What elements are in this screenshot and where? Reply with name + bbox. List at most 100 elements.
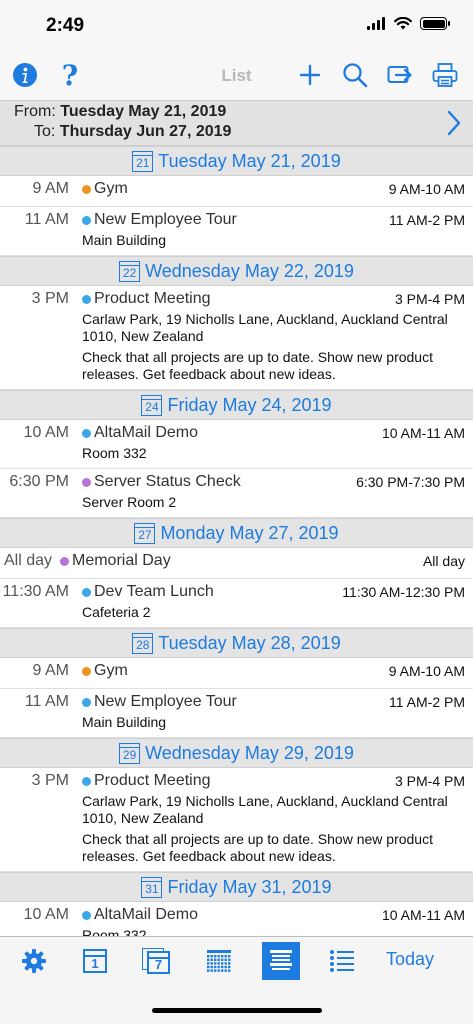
share-button[interactable] bbox=[383, 58, 417, 92]
calendar-color-dot-icon bbox=[82, 776, 91, 786]
event-time-range: 11:30 AM-12:30 PM bbox=[342, 584, 465, 600]
event-notes: Check that all projects are up to date. … bbox=[82, 349, 433, 382]
help-button[interactable]: ? bbox=[53, 58, 87, 92]
day-header[interactable]: 24 Friday May 24, 2019 bbox=[0, 390, 473, 420]
event-time-range: 10 AM-11 AM bbox=[381, 425, 465, 441]
wifi-icon bbox=[394, 17, 412, 30]
event-title: Dev Team Lunch bbox=[94, 583, 214, 600]
day-header[interactable]: 27 Monday May 27, 2019 bbox=[0, 518, 473, 548]
tab-list-view[interactable] bbox=[262, 942, 300, 980]
date-range-header[interactable]: From: Tuesday May 21, 2019 To: Thursday … bbox=[0, 100, 473, 146]
day-calendar-icon: 1 bbox=[83, 949, 107, 973]
event-title: AltaMail Demo bbox=[94, 906, 199, 923]
day-header[interactable]: 29 Wednesday May 29, 2019 bbox=[0, 738, 473, 768]
chevron-right-icon bbox=[447, 110, 461, 136]
day-header[interactable]: 21 Tuesday May 21, 2019 bbox=[0, 146, 473, 176]
event-location: Room 332 bbox=[82, 445, 147, 461]
event-title: Memorial Day bbox=[72, 552, 171, 569]
event-row[interactable]: 10 AM AltaMail Demo 10 AM-11 AM Room 332 bbox=[0, 420, 473, 469]
today-button[interactable]: Today bbox=[386, 949, 434, 970]
event-title: Product Meeting bbox=[94, 290, 211, 307]
calendar-color-dot-icon bbox=[82, 666, 91, 676]
event-start-time: 9 AM bbox=[32, 180, 69, 197]
week-calendar-icon: 7 bbox=[142, 948, 170, 974]
event-row[interactable]: 9 AM Gym 9 AM-10 AM bbox=[0, 658, 473, 689]
event-row[interactable]: 6:30 PM Server Status Check 6:30 PM-7:30 P… bbox=[0, 469, 473, 518]
event-list[interactable]: 21 Tuesday May 21, 2019 9 AM Gym 9 AM-10 AM 1… bbox=[0, 146, 473, 936]
tab-week-view[interactable]: 7 bbox=[137, 942, 175, 980]
search-button[interactable] bbox=[338, 58, 372, 92]
event-row[interactable]: 11:30 AM Dev Team Lunch 11:30 AM-12:30 PM C… bbox=[0, 579, 473, 628]
day-title: Friday May 31, 2019 bbox=[167, 876, 332, 897]
calendar-date-icon: 27 bbox=[134, 522, 156, 544]
event-row[interactable]: 9 AM Gym 9 AM-10 AM bbox=[0, 176, 473, 207]
event-row[interactable]: 11 AM New Employee Tour 11 AM-2 PM Main Bui… bbox=[0, 207, 473, 256]
calendar-color-dot-icon bbox=[82, 477, 91, 487]
status-bar: 2:49 bbox=[0, 0, 473, 52]
calendar-color-dot-icon bbox=[60, 556, 69, 566]
event-start-time: 6:30 PM bbox=[9, 473, 69, 490]
day-title: Friday May 24, 2019 bbox=[167, 394, 332, 415]
tab-settings[interactable] bbox=[15, 942, 53, 980]
print-button[interactable] bbox=[428, 58, 462, 92]
event-time-range: 6:30 PM-7:30 PM bbox=[356, 474, 465, 490]
event-row[interactable]: All day Memorial Day All day bbox=[0, 548, 473, 579]
add-event-button[interactable] bbox=[293, 58, 327, 92]
search-icon bbox=[343, 63, 368, 88]
info-button[interactable] bbox=[8, 58, 42, 92]
calendar-color-dot-icon bbox=[82, 587, 91, 597]
event-time-range: All day bbox=[422, 553, 465, 569]
range-from-label: From: bbox=[14, 103, 56, 120]
event-row[interactable]: 3 PM Product Meeting 3 PM-4 PM Carlaw Park,… bbox=[0, 286, 473, 390]
tab-day-view[interactable]: 1 bbox=[76, 942, 114, 980]
event-start-time: All day bbox=[4, 552, 53, 569]
calendar-date-icon: 21 bbox=[132, 150, 154, 172]
list-view-icon bbox=[270, 950, 292, 970]
event-title: AltaMail Demo bbox=[94, 424, 199, 441]
event-row[interactable]: 11 AM New Employee Tour 11 AM-2 PM Main Bui… bbox=[0, 689, 473, 738]
event-time-range: 10 AM-11 AM bbox=[381, 907, 465, 923]
home-indicator bbox=[152, 1008, 322, 1013]
day-header[interactable]: 31 Friday May 31, 2019 bbox=[0, 872, 473, 902]
cellular-signal-icon bbox=[367, 17, 385, 30]
event-notes: Check that all projects are up to date. … bbox=[82, 831, 433, 864]
day-title: Tuesday May 21, 2019 bbox=[158, 150, 341, 171]
range-to: To: Thursday Jun 27, 2019 bbox=[34, 123, 231, 141]
tab-month-view[interactable] bbox=[200, 942, 238, 980]
event-location: Main Building bbox=[82, 232, 167, 248]
gear-icon bbox=[22, 949, 46, 973]
event-time-range: 3 PM-4 PM bbox=[394, 773, 465, 789]
share-icon bbox=[387, 66, 412, 83]
event-location: Main Building bbox=[82, 714, 167, 730]
event-start-time: 10 AM bbox=[23, 906, 69, 923]
day-calendar-number: 1 bbox=[91, 956, 99, 971]
calendar-date-icon: 24 bbox=[141, 394, 163, 416]
calendar-date-icon: 31 bbox=[141, 876, 163, 898]
tab-task-list[interactable] bbox=[323, 942, 361, 980]
range-from: From: Tuesday May 21, 2019 bbox=[14, 103, 226, 121]
event-time-range: 11 AM-2 PM bbox=[389, 694, 465, 710]
event-title: New Employee Tour bbox=[94, 211, 237, 228]
calendar-color-dot-icon bbox=[82, 697, 91, 707]
event-location: Carlaw Park, 19 Nicholls Lane, Auckland,… bbox=[82, 793, 448, 826]
day-header[interactable]: 22 Wednesday May 22, 2019 bbox=[0, 256, 473, 286]
event-title: Gym bbox=[94, 180, 128, 197]
calendar-color-dot-icon bbox=[82, 184, 91, 194]
event-location: Cafeteria 2 bbox=[82, 604, 151, 620]
calendar-date-icon: 22 bbox=[119, 260, 141, 282]
calendar-color-dot-icon bbox=[82, 428, 91, 438]
event-time-range: 3 PM-4 PM bbox=[394, 291, 465, 307]
range-next-button[interactable] bbox=[441, 109, 465, 137]
event-start-time: 10 AM bbox=[23, 424, 69, 441]
event-time-range: 11 AM-2 PM bbox=[389, 212, 465, 228]
event-row[interactable]: 3 PM Product Meeting 3 PM-4 PM Carlaw Park,… bbox=[0, 768, 473, 872]
day-title: Monday May 27, 2019 bbox=[160, 522, 339, 543]
event-row[interactable]: 10 AM AltaMail Demo 10 AM-11 AM Room 332 bbox=[0, 902, 473, 936]
calendar-color-dot-icon bbox=[82, 910, 91, 920]
event-start-time: 3 PM bbox=[31, 290, 69, 307]
event-start-time: 11:30 AM bbox=[2, 583, 69, 600]
event-start-time: 9 AM bbox=[32, 662, 69, 679]
range-from-date: Tuesday May 21, 2019 bbox=[60, 103, 227, 120]
day-header[interactable]: 28 Tuesday May 28, 2019 bbox=[0, 628, 473, 658]
event-location: Server Room 2 bbox=[82, 494, 177, 510]
